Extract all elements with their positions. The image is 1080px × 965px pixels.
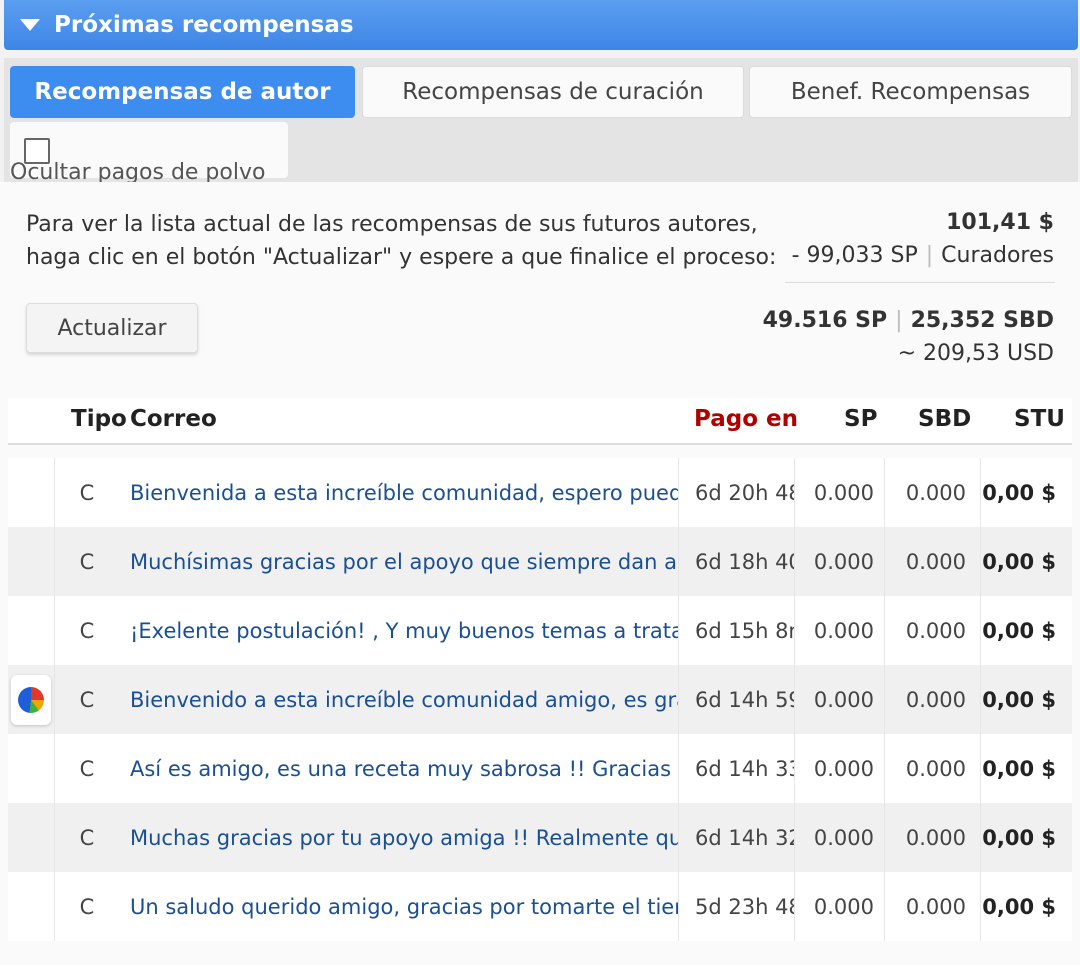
table-row[interactable]: C Muchas gracias por tu apoyo amiga !! Re… — [8, 803, 1072, 872]
row-tipo: C — [79, 825, 95, 850]
collapse-triangle-icon[interactable] — [20, 19, 40, 31]
row-stu: 0,00 $ — [980, 665, 1072, 734]
tab-curation-rewards[interactable]: Recompensas de curación — [362, 66, 744, 118]
instructions-text: Para ver la lista actual de las recompen… — [26, 208, 776, 274]
row-icon-cell — [8, 665, 55, 734]
row-post-link[interactable]: ¡Exelente postulación! , Y muy buenos te… — [114, 596, 678, 665]
header-correo[interactable]: Correo — [130, 406, 217, 432]
totals-divider — [785, 282, 1055, 283]
row-sp: 0.000 — [794, 803, 884, 872]
header-stu[interactable]: STU — [1014, 406, 1065, 432]
row-payout-time: 5d 23h 48m — [678, 872, 794, 941]
row-post-link[interactable]: Así es amigo, es una receta muy sabrosa … — [114, 734, 678, 803]
row-post-link[interactable]: Bienvenida a esta increíble comunidad, e… — [114, 458, 678, 527]
row-icon-cell — [8, 734, 55, 803]
instructions-line-1: Para ver la lista actual de las recompen… — [26, 212, 758, 237]
row-tipo: C — [79, 618, 95, 643]
row-icon-cell — [8, 872, 55, 941]
section-header[interactable]: Próximas recompensas — [4, 0, 1078, 50]
table-row[interactable]: C Así es amigo, es una receta muy sabrosa… — [8, 734, 1072, 803]
row-tipo: C — [79, 894, 95, 919]
table-row[interactable]: C Un saludo querido amigo, gracias por to… — [8, 872, 1072, 941]
rewards-table-body: C Bienvenida a esta increíble comunidad, … — [8, 458, 1072, 941]
row-stu: 0,00 $ — [980, 872, 1072, 941]
row-sbd: 0.000 — [884, 872, 980, 941]
table-header: Tipo Correo Pago en SP SBD STU — [8, 398, 1072, 445]
row-sbd: 0.000 — [884, 803, 980, 872]
table-row[interactable]: C ¡Exelente postulación! , Y muy buenos t… — [8, 596, 1072, 665]
row-payout-time: 6d 14h 32m — [678, 803, 794, 872]
row-sp: 0.000 — [794, 734, 884, 803]
main-panel: Para ver la lista actual de las recompen… — [0, 182, 1080, 965]
row-sp: 0.000 — [794, 596, 884, 665]
total-usd: 101,41 $ — [946, 210, 1054, 235]
row-stu: 0,00 $ — [980, 458, 1072, 527]
row-post-link[interactable]: Muchas gracias por tu apoyo amiga !! Rea… — [114, 803, 678, 872]
curators-label: Curadores — [941, 243, 1054, 268]
row-icon-cell — [8, 803, 55, 872]
row-payout-time: 6d 20h 48m — [678, 458, 794, 527]
row-tipo: C — [79, 756, 95, 781]
net-sbd: 25,352 SBD — [910, 308, 1054, 333]
header-sp[interactable]: SP — [844, 406, 877, 432]
header-sbd[interactable]: SBD — [918, 406, 971, 432]
row-sbd: 0.000 — [884, 527, 980, 596]
row-sbd: 0.000 — [884, 734, 980, 803]
net-totals: 49.516 SP | 25,352 SBD ~ 209,53 USD — [763, 304, 1054, 370]
row-post-link[interactable]: Bienvenido a esta increíble comunidad am… — [114, 665, 678, 734]
row-sp: 0.000 — [794, 872, 884, 941]
row-stu: 0,00 $ — [980, 527, 1072, 596]
row-post-link[interactable]: Un saludo querido amigo, gracias por tom… — [114, 872, 678, 941]
curators-line: - 99,033 SP | Curadores — [791, 243, 1054, 268]
row-sbd: 0.000 — [884, 458, 980, 527]
pie-chart-icon — [18, 686, 44, 713]
table-row[interactable]: C Bienvenida a esta increíble comunidad, … — [8, 458, 1072, 527]
row-sbd: 0.000 — [884, 665, 980, 734]
row-payout-time: 6d 14h 59m — [678, 665, 794, 734]
net-sp-sbd: 49.516 SP | 25,352 SBD — [762, 308, 1054, 333]
row-sp: 0.000 — [794, 458, 884, 527]
header-tipo[interactable]: Tipo — [71, 406, 127, 432]
totals-summary: 101,41 $ - 99,033 SP | Curadores — [792, 206, 1054, 272]
net-sp: 49.516 SP — [762, 308, 888, 333]
table-row[interactable]: C Bienvenido a esta increíble comunidad a… — [8, 665, 1072, 734]
header-pago[interactable]: Pago en — [694, 406, 798, 432]
row-post-link[interactable]: Muchísimas gracias por el apoyo que siem… — [114, 527, 678, 596]
curators-sp: - 99,033 SP — [791, 243, 918, 268]
refresh-button[interactable]: Actualizar — [26, 303, 198, 353]
row-payout-time: 6d 14h 33m — [678, 734, 794, 803]
net-usd: ~ 209,53 USD — [897, 341, 1054, 366]
row-stu: 0,00 $ — [980, 596, 1072, 665]
row-sbd: 0.000 — [884, 596, 980, 665]
row-icon-cell — [8, 527, 55, 596]
row-tipo: C — [79, 480, 95, 505]
row-stu: 0,00 $ — [980, 803, 1072, 872]
row-sp: 0.000 — [794, 665, 884, 734]
section-title: Próximas recompensas — [54, 12, 354, 38]
table-row[interactable]: C Muchísimas gracias por el apoyo que sie… — [8, 527, 1072, 596]
vote-card[interactable] — [11, 674, 51, 725]
row-stu: 0,00 $ — [980, 734, 1072, 803]
row-tipo: C — [79, 549, 95, 574]
instructions-line-2: haga clic en el botón "Actualizar" y esp… — [26, 245, 777, 270]
row-icon-cell — [8, 596, 55, 665]
tab-author-rewards[interactable]: Recompensas de autor — [10, 66, 355, 118]
row-icon-cell — [8, 458, 55, 527]
row-sp: 0.000 — [794, 527, 884, 596]
tab-beneficiary-rewards[interactable]: Benef. Recompensas — [749, 66, 1072, 118]
row-tipo: C — [79, 687, 95, 712]
row-payout-time: 6d 15h 8m — [678, 596, 794, 665]
row-payout-time: 6d 18h 40m — [678, 527, 794, 596]
